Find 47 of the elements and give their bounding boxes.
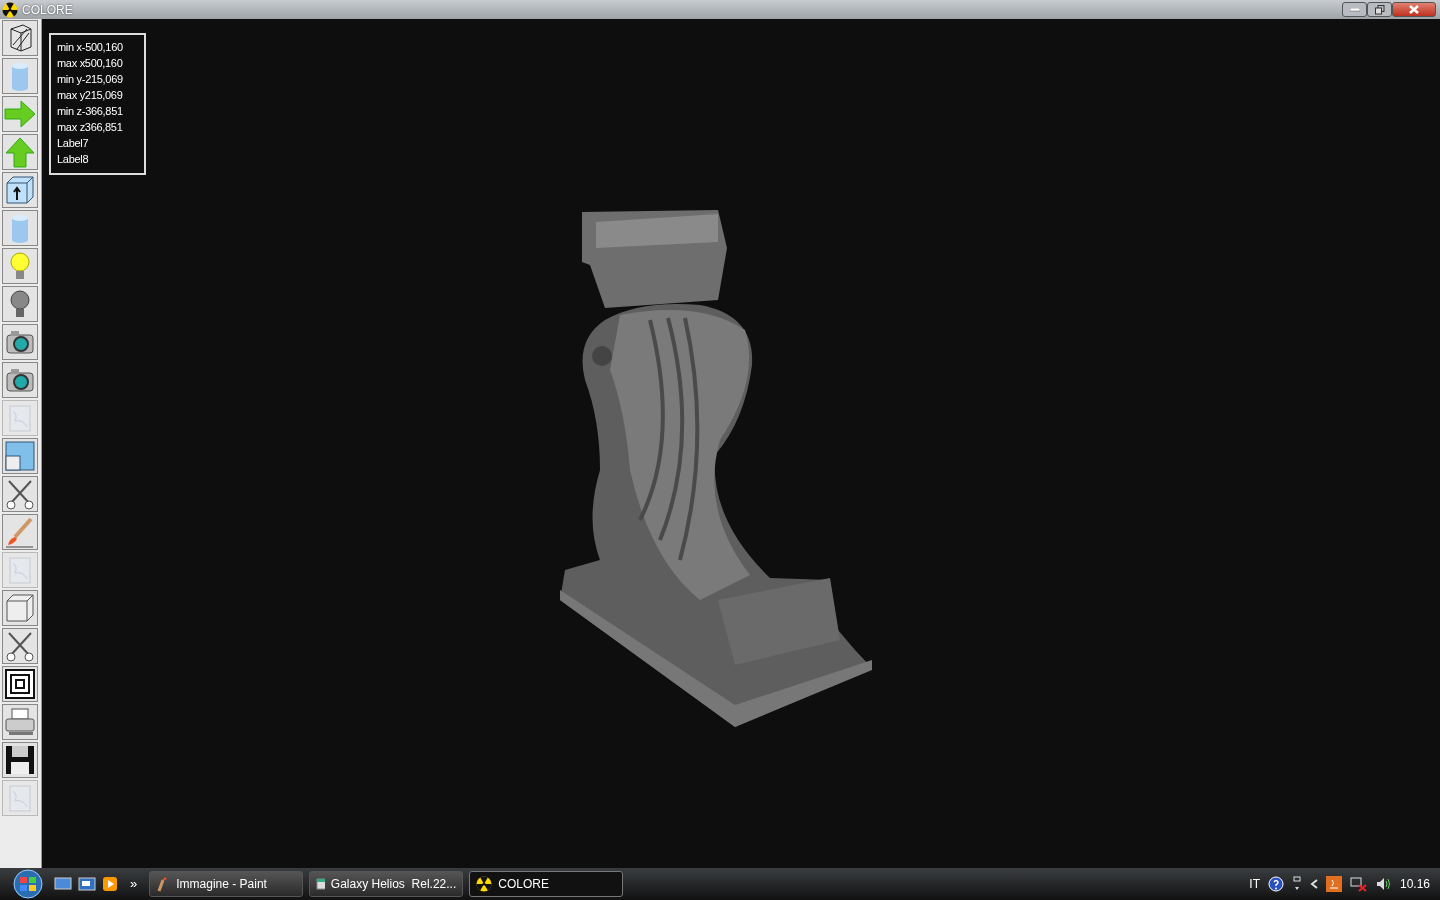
info-label: min x-500,160: [57, 40, 124, 55]
window-layout-icon: [3, 439, 37, 473]
info-label: Label8: [57, 152, 90, 167]
taskbar-button[interactable]: COLORE: [469, 871, 624, 897]
cube-icon: [3, 591, 37, 625]
network-error-icon[interactable]: [1349, 876, 1368, 892]
concentric-squares-icon: [3, 667, 37, 701]
more-button[interactable]: »: [130, 874, 138, 894]
info-label: Label7: [57, 136, 90, 151]
arrow-up-icon: [3, 135, 37, 169]
restore-button[interactable]: [1367, 2, 1392, 17]
radiation-icon: [476, 876, 493, 892]
app-window-icon: [316, 877, 325, 891]
toolbar-button[interactable]: [2, 476, 38, 512]
toolbar-button[interactable]: [2, 362, 38, 398]
toolbar-button[interactable]: [2, 742, 38, 778]
toolbar-button[interactable]: [2, 172, 38, 208]
info-label: max x500,160: [57, 56, 124, 71]
minimize-button[interactable]: [1342, 2, 1367, 17]
3d-viewport[interactable]: min x-500,160 max x500,160 min y-215,069 max y215,069 min z-366,851 max z366,851 Label7 Label8: [42, 19, 1440, 868]
box-arrow-icon: [3, 173, 37, 207]
radiation-icon: [2, 1, 18, 18]
help-icon[interactable]: [1267, 876, 1284, 892]
desktop-icon[interactable]: [54, 877, 72, 891]
taskbar-button[interactable]: Immagine - Paint: [149, 871, 304, 897]
media-player-icon[interactable]: [102, 876, 118, 892]
toolbar-button[interactable]: [2, 20, 38, 56]
language-indicator[interactable]: IT: [1249, 875, 1260, 893]
taskbar-button[interactable]: Galaxy Helios Rel.22...: [309, 871, 464, 897]
info-label: min y-215,069: [57, 72, 124, 87]
window-title: COLORE: [22, 1, 73, 19]
arrow-right-icon: [3, 97, 37, 131]
toolbar-button[interactable]: [2, 324, 38, 360]
minimize-icon: [1349, 7, 1360, 12]
toolbar-button[interactable]: [2, 628, 38, 664]
chevron-left-icon[interactable]: [1309, 879, 1318, 889]
close-icon: [1409, 5, 1419, 14]
close-button[interactable]: [1392, 2, 1436, 17]
clock[interactable]: 10.16: [1399, 875, 1430, 893]
window-switch-icon[interactable]: [1291, 876, 1302, 892]
info-label: max z366,851: [57, 120, 124, 135]
info-label: max y215,069: [57, 88, 124, 103]
restore-icon: [1374, 4, 1385, 15]
info-label: min z-366,851: [57, 104, 124, 119]
windows-icon[interactable]: [78, 877, 96, 891]
toolbar-button[interactable]: [2, 666, 38, 702]
speaker-icon[interactable]: [1375, 877, 1392, 891]
